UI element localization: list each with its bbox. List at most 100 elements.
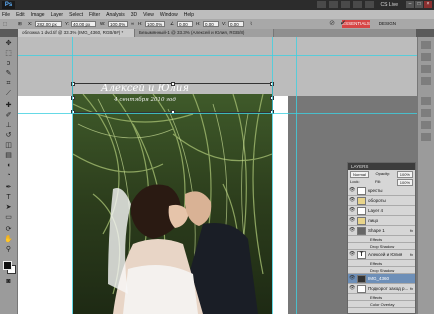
menu-analysis[interactable]: Analysis bbox=[106, 12, 125, 18]
y-position-input[interactable]: 40.00 px bbox=[71, 21, 96, 27]
layer-effects-icon[interactable]: fx bbox=[410, 250, 413, 260]
menu-select[interactable]: Select bbox=[69, 12, 83, 18]
brush-tool-icon[interactable]: ✐ bbox=[3, 111, 14, 120]
marquee-tool-icon[interactable]: ⬚ bbox=[3, 49, 14, 58]
fill-input[interactable]: 100% bbox=[396, 179, 413, 186]
transform-handle-top[interactable] bbox=[171, 82, 175, 86]
menu-filter[interactable]: Filter bbox=[89, 12, 100, 18]
skew-v-input[interactable]: 0.00 bbox=[228, 21, 244, 27]
layer-row[interactable]: 👁 Layer 4 bbox=[348, 206, 415, 216]
crop-tool-icon[interactable]: ⌗ bbox=[3, 79, 14, 88]
character-panel-icon[interactable] bbox=[421, 121, 431, 129]
opacity-input[interactable]: 100% bbox=[396, 171, 413, 178]
menu-window[interactable]: Window bbox=[160, 12, 178, 18]
menu-view[interactable]: View bbox=[143, 12, 154, 18]
transform-bounding-box[interactable] bbox=[71, 82, 274, 114]
path-selection-tool-icon[interactable]: ➤ bbox=[3, 203, 14, 212]
color-panel-icon[interactable] bbox=[421, 41, 431, 49]
tab-document-1[interactable]: обложка 1 dvd.tif @ 33.3% (IMG_4360, RGB… bbox=[18, 29, 135, 37]
menu-3d[interactable]: 3D bbox=[131, 12, 137, 18]
gradient-tool-icon[interactable]: ▤ bbox=[3, 151, 14, 160]
arrange-documents-icon[interactable] bbox=[353, 1, 362, 8]
bridge-icon[interactable] bbox=[317, 1, 326, 8]
menu-image[interactable]: Image bbox=[31, 12, 45, 18]
layer-effect-row[interactable]: Effects bbox=[348, 294, 415, 301]
quick-select-tool-icon[interactable]: ✎ bbox=[3, 69, 14, 78]
3d-rotate-tool-icon[interactable]: ⟳ bbox=[3, 225, 14, 234]
layers-panel-title[interactable]: LAYERS bbox=[348, 163, 415, 170]
cancel-transform-icon[interactable]: ⊘ bbox=[328, 20, 336, 28]
blend-mode-select[interactable]: Normal bbox=[350, 171, 369, 178]
menu-layer[interactable]: Layer bbox=[51, 12, 64, 18]
paragraph-panel-icon[interactable] bbox=[421, 133, 431, 141]
link-icon[interactable]: ∞ bbox=[131, 21, 134, 27]
visibility-eye-icon[interactable]: 👁 bbox=[349, 198, 355, 203]
menu-file[interactable]: File bbox=[2, 12, 10, 18]
masks-panel-icon[interactable] bbox=[421, 77, 431, 85]
history-panel-icon[interactable] bbox=[421, 97, 431, 105]
design-workspace-button[interactable]: DESIGN bbox=[379, 20, 396, 28]
guide-line-vertical[interactable] bbox=[72, 37, 73, 314]
angle-input[interactable]: 0.00 bbox=[177, 21, 193, 27]
layer-row[interactable]: 👁 Подкорот заход р... fx bbox=[348, 284, 415, 294]
guide-line-horizontal[interactable] bbox=[18, 113, 418, 114]
layer-row[interactable]: 👁 Shape 1 fx bbox=[348, 226, 415, 236]
adjustments-panel-icon[interactable] bbox=[421, 65, 431, 73]
layer-effect-row[interactable]: Drop Shadow bbox=[348, 267, 415, 274]
menu-help[interactable]: Help bbox=[184, 12, 194, 18]
visibility-eye-icon[interactable]: 👁 bbox=[349, 252, 355, 257]
minibridge-icon[interactable] bbox=[329, 1, 338, 8]
screen-mode-icon[interactable] bbox=[365, 1, 374, 8]
blur-tool-icon[interactable]: ◖ bbox=[3, 161, 14, 170]
skew-h-input[interactable]: 0.00 bbox=[203, 21, 219, 27]
visibility-eye-icon[interactable]: 👁 bbox=[349, 228, 355, 233]
zoom-tool-icon[interactable]: ⚲ bbox=[3, 245, 14, 254]
tab-document-2[interactable]: Безымянный-1 @ 33.3% (Алексей и Юлия, RG… bbox=[135, 29, 274, 37]
layer-effect-row[interactable]: Color Overlay bbox=[348, 301, 415, 308]
eyedropper-tool-icon[interactable]: ⟋ bbox=[3, 89, 14, 98]
eraser-tool-icon[interactable]: ◫ bbox=[3, 141, 14, 150]
x-position-input[interactable]: 282.00 px bbox=[35, 21, 62, 27]
visibility-eye-icon[interactable]: 👁 bbox=[349, 276, 355, 281]
healing-brush-tool-icon[interactable]: ✚ bbox=[3, 101, 14, 110]
lasso-tool-icon[interactable]: ↄ bbox=[3, 59, 14, 68]
layer-effect-row[interactable]: Effects bbox=[348, 260, 415, 267]
shape-tool-icon[interactable]: ▭ bbox=[3, 213, 14, 222]
width-input[interactable]: 100.0% bbox=[108, 21, 128, 27]
layer-row[interactable]: 👁 лицо bbox=[348, 216, 415, 226]
actions-panel-icon[interactable] bbox=[421, 109, 431, 117]
visibility-eye-icon[interactable]: 👁 bbox=[349, 208, 355, 213]
guide-line-vertical[interactable] bbox=[272, 37, 273, 314]
layer-row[interactable]: 👁 IMG_4360 bbox=[348, 274, 415, 284]
warp-mode-icon[interactable]: ⌇ bbox=[250, 21, 252, 27]
layer-row[interactable]: 👁 кресты bbox=[348, 186, 415, 196]
minimize-icon[interactable]: – bbox=[406, 1, 414, 8]
dodge-tool-icon[interactable]: ◔ bbox=[3, 171, 14, 180]
history-brush-tool-icon[interactable]: ↺ bbox=[3, 131, 14, 140]
layer-effects-icon[interactable]: fx bbox=[410, 284, 413, 294]
hand-tool-icon[interactable]: ✋ bbox=[3, 235, 14, 244]
type-tool-icon[interactable]: T bbox=[3, 193, 14, 202]
height-input[interactable]: 100.0% bbox=[145, 21, 165, 27]
maximize-icon[interactable]: □ bbox=[415, 1, 423, 8]
visibility-eye-icon[interactable]: 👁 bbox=[349, 188, 355, 193]
cs-live-label[interactable]: CS Live bbox=[380, 1, 398, 9]
visibility-eye-icon[interactable]: 👁 bbox=[349, 286, 355, 291]
clone-stamp-tool-icon[interactable]: ⊥ bbox=[3, 121, 14, 130]
quick-mask-icon[interactable]: ◙ bbox=[3, 277, 14, 286]
foreground-color-swatch[interactable] bbox=[3, 261, 12, 270]
swatches-panel-icon[interactable] bbox=[421, 53, 431, 61]
layer-row[interactable]: 👁 обороты bbox=[348, 196, 415, 206]
commit-transform-icon[interactable]: ✔ bbox=[339, 20, 347, 28]
zoom-level-icon[interactable] bbox=[341, 1, 350, 8]
layer-effect-row[interactable]: Drop Shadow bbox=[348, 243, 415, 250]
layer-effect-row[interactable]: Effects bbox=[348, 236, 415, 243]
visibility-eye-icon[interactable]: 👁 bbox=[349, 218, 355, 223]
layer-effects-icon[interactable]: fx bbox=[410, 226, 413, 236]
reference-point-icon[interactable]: ⊞ bbox=[18, 21, 22, 27]
move-tool-icon[interactable]: ✥ bbox=[3, 39, 14, 48]
guide-line-horizontal[interactable] bbox=[18, 55, 418, 56]
pen-tool-icon[interactable]: ✒ bbox=[3, 183, 14, 192]
guide-line-vertical[interactable] bbox=[296, 37, 297, 314]
menu-edit[interactable]: Edit bbox=[16, 12, 25, 18]
